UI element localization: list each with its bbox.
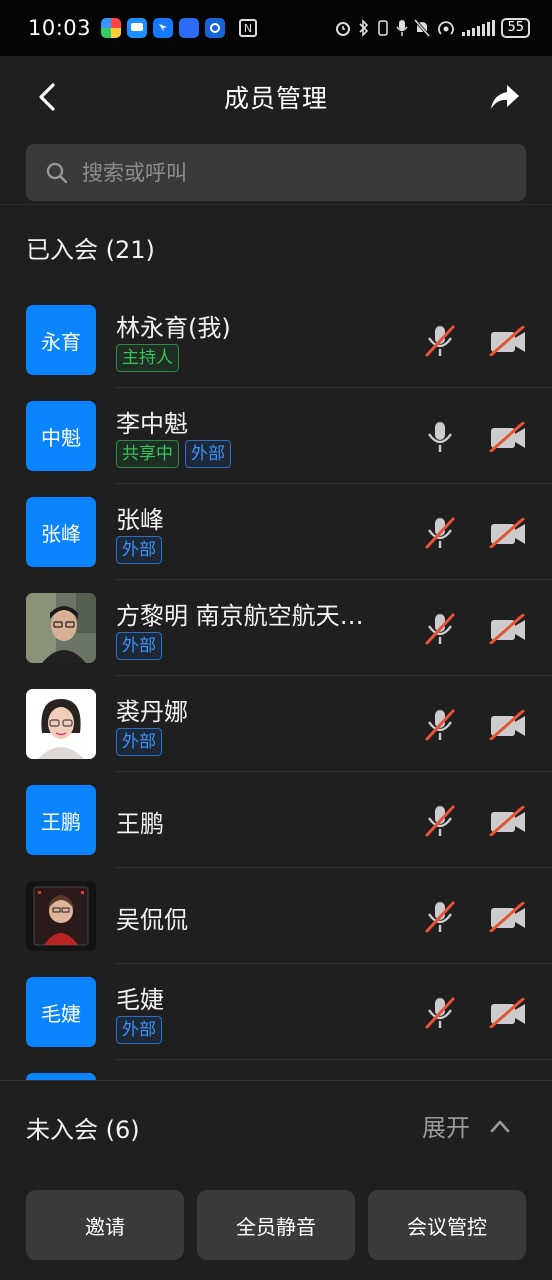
travel-app-icon <box>179 18 200 38</box>
mic-muted-icon[interactable] <box>424 996 456 1030</box>
avatar-photo[interactable] <box>26 593 96 663</box>
meeting-control-button[interactable]: 会议管控 <box>368 1190 526 1260</box>
chevron-up-icon <box>490 1120 510 1132</box>
nfc-icon: N <box>239 19 258 37</box>
divider <box>0 1080 552 1081</box>
host-tag: 主持人 <box>116 344 179 372</box>
battery-icon: 55 <box>501 18 530 38</box>
member-name: 李中魁 <box>116 410 188 438</box>
hotspot-icon <box>438 21 455 35</box>
camera-off-icon[interactable] <box>489 422 527 452</box>
not-joined-section-header: 未入会 (6) <box>26 1116 140 1144</box>
chevron-left-icon <box>39 83 55 111</box>
bluetooth-icon <box>359 19 369 37</box>
avatar[interactable]: 毛婕 <box>26 977 96 1047</box>
mic-muted-icon[interactable] <box>424 900 456 934</box>
back-button[interactable] <box>30 80 64 114</box>
external-tag: 外部 <box>185 440 231 468</box>
member-tags: 外部 <box>116 728 162 756</box>
camera-off-icon[interactable] <box>489 518 527 548</box>
avatar[interactable]: 王鹏 <box>26 785 96 855</box>
member-row[interactable]: 中魁 李中魁 共享中 外部 <box>0 388 552 484</box>
search-icon <box>46 162 68 183</box>
member-row-partial[interactable] <box>0 1060 552 1080</box>
member-row[interactable]: 毛婕 毛婕 外部 <box>0 964 552 1060</box>
expand-button[interactable]: 展开 <box>422 1108 510 1143</box>
member-tags: 主持人 <box>116 344 179 372</box>
camera-off-icon[interactable] <box>489 806 527 836</box>
share-arrow-icon <box>491 85 519 109</box>
member-tags: 外部 <box>116 1016 162 1044</box>
camera-off-icon[interactable] <box>489 710 527 740</box>
member-row[interactable]: 方黎明 南京航空航天… 外部 <box>0 580 552 676</box>
avatar-photo[interactable] <box>26 881 96 951</box>
member-row[interactable]: 裘丹娜 外部 <box>0 676 552 772</box>
joined-section-header: 已入会 (21) <box>26 236 155 264</box>
member-tags: 外部 <box>116 536 162 564</box>
vibrate-icon <box>378 20 389 36</box>
mic-muted-icon[interactable] <box>424 324 456 358</box>
external-tag: 外部 <box>116 728 162 756</box>
avatar[interactable] <box>26 1073 96 1080</box>
external-tag: 外部 <box>116 1016 162 1044</box>
member-name: 毛婕 <box>116 986 164 1014</box>
member-name: 吴侃侃 <box>116 906 188 934</box>
mic-status-icon <box>396 20 409 36</box>
photos-app-icon <box>101 18 122 38</box>
camera-off-icon[interactable] <box>489 998 527 1028</box>
woman-glasses-photo <box>26 689 96 759</box>
mic-muted-icon[interactable] <box>424 708 456 742</box>
member-name: 林永育(我) <box>116 314 231 342</box>
camera-off-icon[interactable] <box>489 326 527 356</box>
member-name: 张峰 <box>116 506 164 534</box>
avatar[interactable]: 张峰 <box>26 497 96 567</box>
member-tags: 外部 <box>116 632 162 660</box>
man-glasses-photo <box>26 593 96 663</box>
message-app-icon <box>127 18 148 38</box>
invite-button[interactable]: 邀请 <box>26 1190 184 1260</box>
status-bar: 10:03 N 55 <box>0 0 552 56</box>
selfie-photo <box>26 881 96 951</box>
mic-muted-icon[interactable] <box>424 516 456 550</box>
status-indicators: 55 <box>334 18 530 38</box>
search-bar[interactable] <box>26 144 526 201</box>
member-row[interactable]: 王鹏 王鹏 <box>0 772 552 868</box>
search-input[interactable] <box>82 160 482 185</box>
member-tags: 共享中 外部 <box>116 440 231 468</box>
avatar[interactable]: 永育 <box>26 305 96 375</box>
member-row[interactable]: 永育 林永育(我) 主持人 <box>0 292 552 388</box>
external-tag: 外部 <box>116 632 162 660</box>
mute-notification-icon <box>414 19 431 37</box>
status-time: 10:03 <box>28 16 92 40</box>
avatar-photo[interactable] <box>26 689 96 759</box>
member-row[interactable]: 张峰 张峰 外部 <box>0 484 552 580</box>
member-list[interactable]: 永育 林永育(我) 主持人 中魁 李中魁 共享中 外部 张峰 张峰 外部 方黎明… <box>0 292 552 1080</box>
member-name: 方黎明 南京航空航天… <box>116 602 364 630</box>
external-tag: 外部 <box>116 536 162 564</box>
member-row[interactable]: 吴侃侃 <box>0 868 552 964</box>
sharing-tag: 共享中 <box>116 440 179 468</box>
camera-off-icon[interactable] <box>489 902 527 932</box>
status-app-icons <box>101 18 226 38</box>
member-name: 裘丹娜 <box>116 698 188 726</box>
nav-bar: 成员管理 <box>0 60 552 134</box>
share-button[interactable] <box>488 80 522 114</box>
avatar[interactable]: 中魁 <box>26 401 96 471</box>
browser-app-icon <box>205 18 226 38</box>
dingtalk-app-icon <box>153 18 174 38</box>
mic-on-icon[interactable] <box>424 420 456 454</box>
mic-muted-icon[interactable] <box>424 804 456 838</box>
mute-all-button[interactable]: 全员静音 <box>197 1190 355 1260</box>
page-title: 成员管理 <box>223 84 328 113</box>
camera-off-icon[interactable] <box>489 614 527 644</box>
signal-icon <box>462 20 496 36</box>
divider <box>0 204 552 205</box>
alarm-icon <box>336 22 351 36</box>
mic-muted-icon[interactable] <box>424 612 456 646</box>
member-name: 王鹏 <box>116 810 164 838</box>
expand-label: 展开 <box>422 1114 470 1142</box>
